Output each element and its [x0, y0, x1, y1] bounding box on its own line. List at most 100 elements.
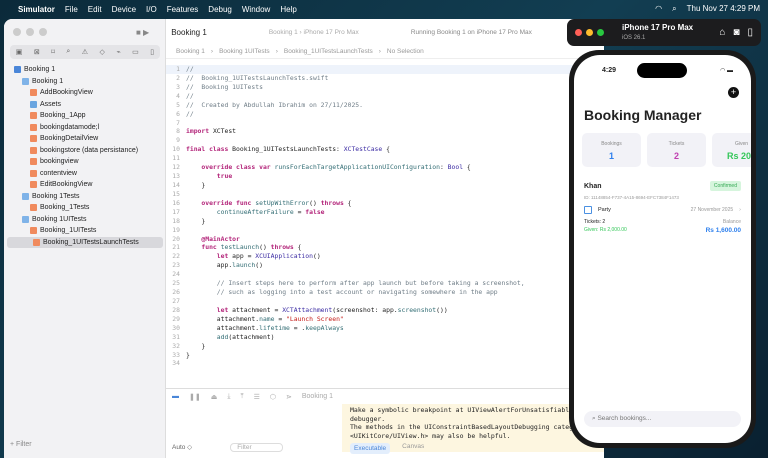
canvas-tab[interactable]: Canvas: [402, 443, 424, 454]
folder-icon: [22, 77, 29, 85]
minimize-button[interactable]: [26, 28, 34, 36]
code-line[interactable]: 31 add(attachment): [166, 333, 604, 342]
code-line[interactable]: 5 // Created by Abdullah Ibrahim on 27/11…: [166, 101, 604, 110]
line-number: 34: [172, 359, 180, 368]
code-line[interactable]: 3 // Booking 1UITests: [166, 83, 604, 92]
code-line[interactable]: 28 let attachment = XCTAttachment(screen…: [166, 306, 604, 315]
menu-debug[interactable]: Debug: [208, 5, 232, 14]
code-line[interactable]: 17 continueAfterFailure = false: [166, 208, 604, 217]
clock[interactable]: Thu Nov 27 4:29 PM: [687, 4, 760, 14]
code-line[interactable]: 4 //: [166, 92, 604, 101]
jump-bar-item[interactable]: Booking 1: [176, 48, 205, 55]
code-line[interactable]: 8 import XCTest: [166, 127, 604, 136]
close-button[interactable]: [13, 28, 21, 36]
code-line[interactable]: 29 attachment.name = "Launch Screen": [166, 315, 604, 324]
file-tree-item[interactable]: EditBookingView: [4, 179, 166, 191]
code-line[interactable]: 12 override class var runsForEachTargetA…: [166, 163, 604, 172]
code-line[interactable]: 7: [166, 119, 604, 128]
menu-device[interactable]: Device: [112, 5, 136, 14]
menu-edit[interactable]: Edit: [88, 5, 102, 14]
code-line[interactable]: 26 // such as logging into a test accoun…: [166, 288, 604, 297]
auto-selector[interactable]: Auto ◇: [172, 443, 192, 452]
code-line[interactable]: 10 final class Booking_1UITestsLaunchTest…: [166, 145, 604, 154]
navigator-tabs[interactable]: ▣ ⊠ ⌑ ⌕ ⚠ ◇ ⌁ ▭ ▯: [10, 45, 160, 59]
zoom-button[interactable]: [39, 28, 47, 36]
code-line[interactable]: 25 // Insert steps here to perform after…: [166, 279, 604, 288]
code-line[interactable]: 19: [166, 226, 604, 235]
minimize-button[interactable]: [586, 29, 593, 36]
code-line[interactable]: 34: [166, 359, 604, 368]
file-tree-item[interactable]: bookingstore (data persistance): [4, 145, 166, 157]
jump-bar-item[interactable]: Booking 1UITests: [219, 48, 270, 55]
variables-filter[interactable]: Filter: [230, 443, 283, 452]
jump-bar[interactable]: Booking 1 › Booking 1UITests › Booking_1UITe…: [166, 45, 604, 59]
file-tree-item[interactable]: Booking_1UITestsLaunchTests: [7, 236, 163, 248]
code-line[interactable]: 13 true: [166, 172, 604, 181]
console-line: Make a symbolic breakpoint at UIViewAler…: [350, 406, 574, 414]
code-line[interactable]: 30 attachment.lifetime = .keepAlways: [166, 324, 604, 333]
code-line[interactable]: 27: [166, 297, 604, 306]
code-line[interactable]: 20 @MainActor: [166, 235, 604, 244]
close-button[interactable]: [575, 29, 582, 36]
code-line[interactable]: 9: [166, 136, 604, 145]
code-text: }: [186, 180, 206, 189]
file-tree-item[interactable]: Booking 1UITests: [4, 214, 166, 226]
filter-field[interactable]: Filter: [16, 441, 32, 448]
code-line[interactable]: 6 //: [166, 110, 604, 119]
line-number: 20: [172, 234, 180, 243]
code-line[interactable]: 1 //: [166, 65, 604, 74]
file-tree-item[interactable]: Booking_1UITests: [4, 225, 166, 237]
code-line[interactable]: 21 func testLaunch() throws {: [166, 243, 604, 252]
file-tree-item[interactable]: AddBookingView: [4, 87, 166, 99]
file-tree-item[interactable]: Booking 1Tests: [4, 191, 166, 203]
file-tree-item[interactable]: Assets: [4, 99, 166, 111]
code-line[interactable]: 15: [166, 190, 604, 199]
debug-target[interactable]: Booking 1: [302, 393, 333, 400]
code-line[interactable]: 14 }: [166, 181, 604, 190]
project-navigator: ▣ ⊠ ⌑ ⌕ ⚠ ◇ ⌁ ▭ ▯ Booking 1 Booking 1 AddBookingVi…: [4, 19, 166, 458]
zoom-button[interactable]: [597, 29, 604, 36]
rotate-icon[interactable]: ▯: [747, 27, 753, 38]
file-tree-item[interactable]: Booking_1Tests: [4, 202, 166, 214]
screenshot-icon[interactable]: ◙: [733, 27, 739, 38]
device-name: iPhone 17 Pro Max: [622, 22, 694, 32]
code-line[interactable]: 32 }: [166, 342, 604, 351]
code-line[interactable]: 23 app.launch(): [166, 261, 604, 270]
code-line[interactable]: 22 let app = XCUIApplication(): [166, 252, 604, 261]
home-icon[interactable]: ⌂: [719, 27, 725, 38]
file-tree-item[interactable]: BookingDetailView: [4, 133, 166, 145]
menu-window[interactable]: Window: [242, 5, 270, 14]
file-tree-item[interactable]: Booking 1: [4, 76, 166, 88]
code-line[interactable]: 18 }: [166, 217, 604, 226]
stop-button[interactable]: ■ ▶: [136, 28, 149, 37]
booking-row[interactable]: Khan Confirmed ID: 11148854-F737-4A15-86…: [584, 181, 741, 234]
code-text: //: [186, 65, 194, 73]
activity-status: Running Booking 1 on iPhone 17 Pro Max: [410, 28, 532, 36]
file-tree-item[interactable]: bookingdatamode;l: [4, 122, 166, 134]
file-tree-item[interactable]: bookingview: [4, 156, 166, 168]
add-booking-button[interactable]: +: [728, 87, 739, 98]
jump-bar-item[interactable]: Booking_1UITestsLaunchTests: [284, 48, 373, 55]
menu-features[interactable]: Features: [167, 5, 199, 14]
menu-io[interactable]: I/O: [146, 5, 157, 14]
code-text: // such as logging into a test account o…: [216, 288, 498, 297]
search-icon[interactable]: ⌕: [672, 4, 676, 14]
executable-tab[interactable]: Executable: [350, 443, 391, 454]
file-tree-item[interactable]: Booking_1App: [4, 110, 166, 122]
code-line[interactable]: 24: [166, 270, 604, 279]
code-line[interactable]: 16 override func setUpWithError() throws…: [166, 199, 604, 208]
search-field[interactable]: ⌕ Search bookings...: [584, 411, 741, 427]
code-line[interactable]: 11: [166, 154, 604, 163]
code-line[interactable]: 33}: [166, 351, 604, 360]
menu-app[interactable]: Simulator: [18, 5, 55, 14]
wifi-icon[interactable]: ◠: [655, 4, 662, 14]
line-number: 13: [172, 172, 180, 181]
menu-help[interactable]: Help: [280, 5, 296, 14]
menu-file[interactable]: File: [65, 5, 78, 14]
file-tree-item[interactable]: Booking 1: [4, 64, 166, 76]
scheme-selector[interactable]: Booking 1 › iPhone 17 Pro Max: [269, 29, 359, 36]
file-tree-item[interactable]: contentview: [4, 168, 166, 180]
code-editor[interactable]: 1 // 2 // Booking_1UITestsLaunchTests.swift…: [166, 65, 604, 368]
code-line[interactable]: 2 // Booking_1UITestsLaunchTests.swift: [166, 74, 604, 83]
jump-bar-item[interactable]: No Selection: [387, 48, 424, 55]
